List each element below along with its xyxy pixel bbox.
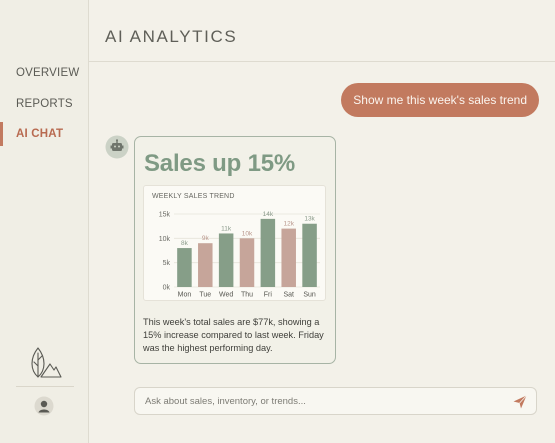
paper-plane-icon[interactable]: [512, 394, 528, 410]
bar: [302, 223, 317, 287]
data-label: 14k: [263, 211, 274, 218]
header: AI ANALYTICS: [89, 0, 555, 62]
bar: [198, 243, 213, 287]
data-label: 11k: [221, 225, 232, 232]
x-tick-label: Mon: [178, 292, 192, 299]
sidebar-item-ai-chat[interactable]: AI CHAT: [0, 122, 88, 146]
y-tick-label: 0k: [163, 285, 171, 292]
chat-input-box[interactable]: [134, 387, 537, 415]
y-tick-label: 5k: [163, 260, 171, 267]
bar: [177, 248, 192, 287]
bar: [260, 218, 276, 287]
data-label: 10k: [242, 230, 253, 237]
bar: [218, 233, 234, 287]
x-tick-label: Sun: [303, 292, 316, 299]
data-label: 13k: [304, 216, 315, 223]
sidebar-item-overview[interactable]: OVERVIEW: [0, 61, 88, 85]
y-tick-label: 15k: [159, 212, 171, 219]
chat-input[interactable]: [145, 388, 495, 414]
data-label: 12k: [283, 221, 294, 228]
sidebar-item-reports[interactable]: REPORTS: [0, 92, 88, 116]
x-tick-label: Fri: [264, 292, 273, 299]
page-title: AI ANALYTICS: [105, 27, 238, 46]
x-tick-label: Thu: [241, 292, 253, 299]
sidebar: OVERVIEW REPORTS AI CHAT: [0, 0, 89, 443]
user-avatar-icon[interactable]: [34, 396, 54, 416]
response-headline: Sales up 15%: [144, 150, 296, 177]
x-tick-label: Sat: [283, 292, 294, 299]
y-tick-label: 10k: [159, 236, 171, 243]
leaf-mountain-icon: [31, 347, 62, 378]
sales-chart: 0k 5k 10k 15k 8k Mon 9k Tue 11k Wed 10k Thu 14k Fri 12…: [143, 185, 326, 301]
robot-icon: [105, 135, 129, 159]
sales-bar-chart: 0k 5k 10k 15k 8k Mon 9k Tue 11k Wed 10k Thu 14k Fri 12…: [159, 211, 320, 299]
bar: [281, 228, 296, 287]
sidebar-divider: [16, 386, 74, 387]
chart-title: WEEKLY SALES TREND: [152, 193, 235, 200]
ai-response-card: Sales up 15% 0k 5k 10k 15k 8k Mon 9k Tue 11k Wed 1…: [134, 136, 336, 364]
data-label: 8k: [181, 240, 189, 247]
bar: [239, 238, 255, 287]
x-tick-label: Wed: [219, 292, 233, 299]
user-message-bubble: Show me this week's sales trend: [341, 83, 539, 117]
response-summary: This week's total sales are $77k, showin…: [143, 317, 324, 353]
x-tick-label: Tue: [199, 292, 211, 299]
data-label: 9k: [202, 235, 210, 242]
